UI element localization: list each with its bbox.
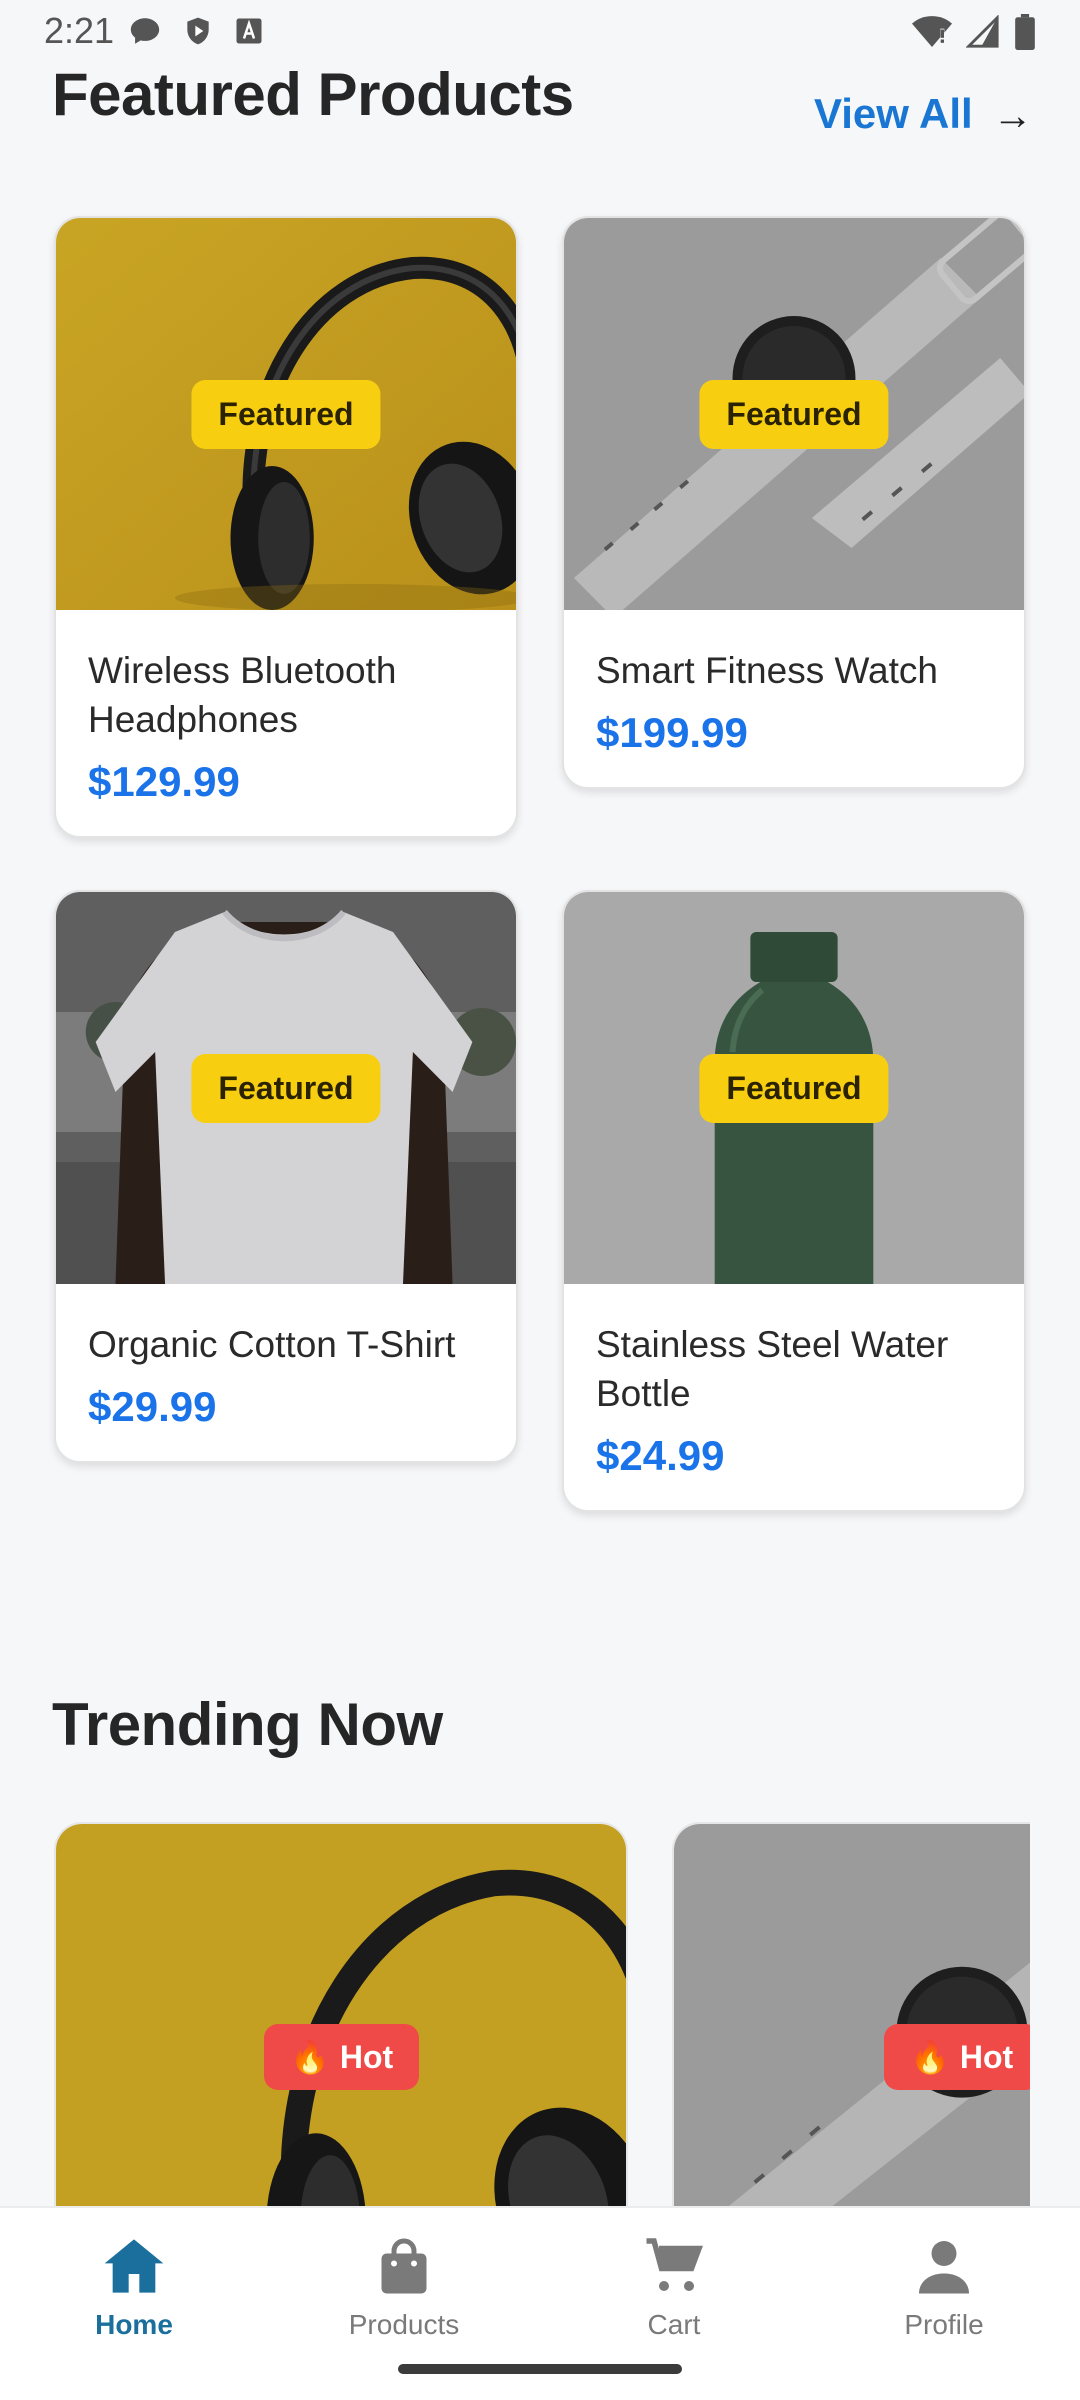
product-name: Wireless Bluetooth Headphones xyxy=(88,650,397,740)
featured-badge: Featured xyxy=(191,380,381,449)
home-icon xyxy=(102,2236,166,2301)
nav-home[interactable]: Home xyxy=(34,2236,234,2341)
product-card-bottle[interactable]: Featured Stainless Steel Water Bottle $2… xyxy=(562,890,1026,1512)
featured-badge: Featured xyxy=(699,380,889,449)
featured-title: Featured Products xyxy=(52,61,574,128)
product-name: Stainless Steel Water Bottle xyxy=(596,1324,949,1414)
product-image-watch: Featured xyxy=(564,218,1024,610)
nav-label: Products xyxy=(348,2309,460,2340)
status-time: 2:21 xyxy=(44,10,115,51)
product-image-bottle: Featured xyxy=(564,892,1024,1284)
nav-label: Home xyxy=(95,2309,173,2340)
featured-badge: Featured xyxy=(699,1054,889,1123)
product-image-tshirt: Featured xyxy=(56,892,516,1284)
product-price: $129.99 xyxy=(88,758,240,805)
hot-badge-label: Hot xyxy=(959,2038,1014,2075)
shopping-bag-icon xyxy=(374,2236,434,2301)
product-price: $24.99 xyxy=(596,1432,725,1479)
chat-bubble-icon xyxy=(128,14,162,48)
trending-card-headphones[interactable]: 🔥 Hot xyxy=(54,1822,628,2210)
signal-icon xyxy=(966,15,1000,49)
shield-icon xyxy=(182,14,214,48)
home-indicator[interactable] xyxy=(398,2364,682,2374)
product-name: Smart Fitness Watch xyxy=(596,650,938,691)
nav-products[interactable]: Products xyxy=(304,2236,504,2341)
nav-profile[interactable]: Profile xyxy=(844,2236,1044,2341)
a-box-icon xyxy=(234,16,264,46)
fire-icon: 🔥 xyxy=(910,2039,950,2075)
person-icon xyxy=(914,2236,974,2301)
product-image-headphones: Featured xyxy=(56,218,516,610)
battery-icon xyxy=(1014,14,1036,50)
status-icons-left xyxy=(128,14,264,48)
nav-label: Profile xyxy=(904,2309,984,2340)
view-all-link[interactable]: View All → xyxy=(814,88,1033,139)
product-card-headphones[interactable]: Featured Wireless Bluetooth Headphones $… xyxy=(54,216,518,838)
view-all-label: View All xyxy=(814,89,973,137)
trending-title: Trending Now xyxy=(52,1691,443,1758)
fire-icon: 🔥 xyxy=(290,2039,330,2075)
nav-label: Cart xyxy=(647,2309,701,2340)
hot-badge-label: Hot xyxy=(339,2038,394,2075)
hot-badge: 🔥 Hot xyxy=(884,2024,1030,2090)
cart-icon xyxy=(642,2236,706,2301)
nav-cart[interactable]: Cart xyxy=(574,2236,774,2341)
product-price: $199.99 xyxy=(596,709,748,756)
hot-badge: 🔥 Hot xyxy=(264,2024,420,2090)
status-icons-right xyxy=(912,14,1036,50)
product-price: $29.99 xyxy=(88,1383,217,1430)
product-card-watch[interactable]: Featured Smart Fitness Watch $199.99 xyxy=(562,216,1026,789)
status-bar: 2:21 xyxy=(0,0,1080,62)
trending-card-watch[interactable]: 🔥 Hot xyxy=(672,1822,1030,2210)
wifi-icon xyxy=(912,15,952,49)
trending-carousel[interactable]: 🔥 Hot 🔥 Hot xyxy=(0,1820,1030,2210)
product-name: Organic Cotton T-Shirt xyxy=(88,1324,456,1365)
featured-badge: Featured xyxy=(191,1054,381,1123)
product-card-tshirt[interactable]: Featured Organic Cotton T-Shirt $29.99 xyxy=(54,890,518,1463)
arrow-right-icon: → xyxy=(992,94,1033,138)
